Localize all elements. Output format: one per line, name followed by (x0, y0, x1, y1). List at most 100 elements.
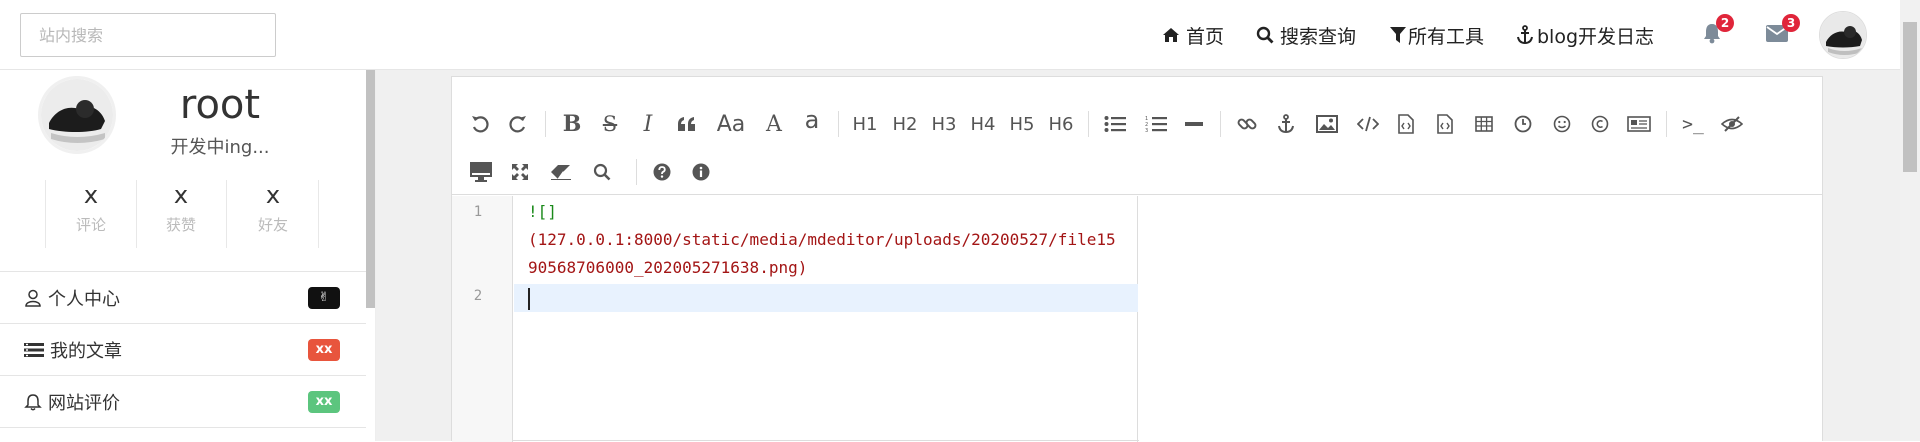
uppercase-label: A (766, 111, 782, 137)
toolbar-separator (838, 111, 839, 137)
image-icon (1316, 115, 1338, 133)
sidebar-item-personal-center[interactable]: 个人中心 ✌ (0, 271, 366, 323)
filter-icon (1390, 27, 1406, 43)
stat-label: 好友 (257, 216, 288, 234)
stat-value: x (265, 181, 281, 209)
anchor-button[interactable] (1274, 111, 1298, 137)
toolbar-separator (1220, 111, 1221, 137)
preview-button[interactable] (468, 159, 494, 185)
horizontal-rule-icon (1185, 122, 1203, 126)
quote-button[interactable] (674, 111, 700, 137)
inline-code-button[interactable] (1356, 111, 1380, 137)
stat-comments[interactable]: x 评论 (45, 180, 137, 240)
info-button[interactable] (689, 159, 713, 185)
ucfirst-button[interactable]: Aa (714, 111, 748, 137)
profile-avatar[interactable] (38, 76, 116, 154)
notifications-button[interactable]: 2 (1702, 14, 1734, 48)
h5-label: H5 (1009, 113, 1035, 135)
eraser-icon (551, 165, 571, 180)
sidebar-item-site-review[interactable]: 网站评价 xx (0, 375, 366, 427)
line-number-gutter: 1 2 (452, 196, 513, 442)
strikethrough-button[interactable]: S (598, 111, 622, 137)
bold-icon: B (562, 111, 582, 137)
h4-label: H4 (970, 113, 996, 135)
nav-home[interactable]: 首页 (1162, 20, 1224, 50)
user-avatar[interactable] (1819, 11, 1867, 59)
sidebar-item-my-articles[interactable]: 我的文章 xx (0, 323, 366, 375)
preformatted-button[interactable] (1435, 111, 1455, 137)
nav-tools[interactable]: 所有工具 (1390, 20, 1484, 50)
stat-likes[interactable]: x 获赞 (135, 180, 227, 240)
h1-button[interactable]: H1 (850, 111, 880, 137)
page-scrollbar-thumb[interactable] (1903, 22, 1917, 172)
line-number: 2 (473, 288, 483, 304)
lowercase-button[interactable]: a (800, 106, 824, 134)
undo-button[interactable] (468, 111, 492, 137)
search-button[interactable] (590, 159, 614, 185)
svg-text:3: 3 (1145, 128, 1148, 133)
toolbar-separator (1666, 111, 1667, 137)
sidebar-item-next[interactable] (0, 427, 366, 441)
table-button[interactable] (1473, 111, 1495, 137)
sidebar-badge: ✌ (308, 287, 340, 309)
image-button[interactable] (1314, 111, 1340, 137)
datetime-button[interactable] (1512, 111, 1534, 137)
code-line: (127.0.0.1:8000/static/media/mdeditor/up… (528, 230, 1116, 249)
expand-icon (512, 164, 528, 180)
code-block-button[interactable] (1396, 111, 1416, 137)
anchor-icon (1517, 25, 1533, 45)
unordered-list-button[interactable] (1102, 111, 1128, 137)
link-button[interactable] (1235, 111, 1259, 137)
ucfirst-label: Aa (716, 111, 746, 137)
sidebar-item-label: 网站评价 (48, 392, 120, 414)
italic-icon: I (643, 111, 653, 137)
html-entities-button[interactable] (1589, 111, 1611, 137)
smile-icon (1553, 115, 1571, 133)
quote-icon (678, 117, 695, 131)
nav-devlog[interactable]: blog开发日志 (1516, 20, 1654, 50)
nav-home-label: 首页 (1186, 25, 1225, 48)
watch-toggle-button[interactable] (1720, 111, 1744, 137)
stat-friends[interactable]: x 好友 (227, 180, 319, 240)
line-number: 1 (473, 204, 483, 220)
stat-value: x (173, 181, 189, 209)
h5-button[interactable]: H5 (1007, 111, 1037, 137)
italic-button[interactable]: I (636, 111, 660, 137)
ordered-list-icon: 123 (1145, 116, 1167, 133)
fullscreen-button[interactable] (508, 159, 532, 185)
markdown-editor: B S I Aa A a H1 H2 H3 H4 H5 H6 1 2 3 >_ … (451, 76, 1823, 442)
messages-badge: 3 (1782, 14, 1800, 32)
emoji-button[interactable] (1551, 111, 1573, 137)
search-icon (1256, 26, 1274, 44)
ordered-list-button[interactable]: 123 (1143, 111, 1169, 137)
goto-line-button[interactable]: >_ (1678, 111, 1708, 137)
markdown-input-area[interactable]: ![] (127.0.0.1:8000/static/media/mdedito… (514, 196, 1138, 442)
help-button[interactable] (650, 159, 674, 185)
pagebreak-button[interactable] (1626, 111, 1652, 137)
h4-button[interactable]: H4 (968, 111, 998, 137)
stat-divider (136, 180, 137, 248)
site-search-input[interactable] (20, 13, 276, 57)
nav-tools-label: 所有工具 (1408, 25, 1485, 48)
nav-search[interactable]: 搜索查询 (1256, 20, 1356, 50)
home-icon (1163, 28, 1179, 42)
h6-button[interactable]: H6 (1046, 111, 1076, 137)
terminal-icon: >_ (1682, 113, 1704, 135)
link-icon (1237, 118, 1257, 130)
list-icon (24, 342, 44, 357)
undo-icon (472, 116, 489, 133)
toolbar-separator (1088, 111, 1089, 137)
uppercase-button[interactable]: A (762, 111, 786, 137)
stat-label: 评论 (75, 216, 106, 234)
redo-button[interactable] (506, 111, 530, 137)
top-navbar: 首页 搜索查询 所有工具 blog开发日志 2 3 (0, 0, 1900, 70)
sidebar-scrollbar[interactable] (366, 70, 375, 308)
h2-button[interactable]: H2 (890, 111, 920, 137)
bold-button[interactable]: B (560, 111, 584, 137)
messages-button[interactable]: 3 (1766, 14, 1800, 46)
copyright-icon (1591, 115, 1609, 133)
horizontal-rule-button[interactable] (1183, 111, 1205, 137)
info-circle-icon (692, 163, 710, 181)
clear-button[interactable] (548, 159, 574, 185)
h3-button[interactable]: H3 (929, 111, 959, 137)
